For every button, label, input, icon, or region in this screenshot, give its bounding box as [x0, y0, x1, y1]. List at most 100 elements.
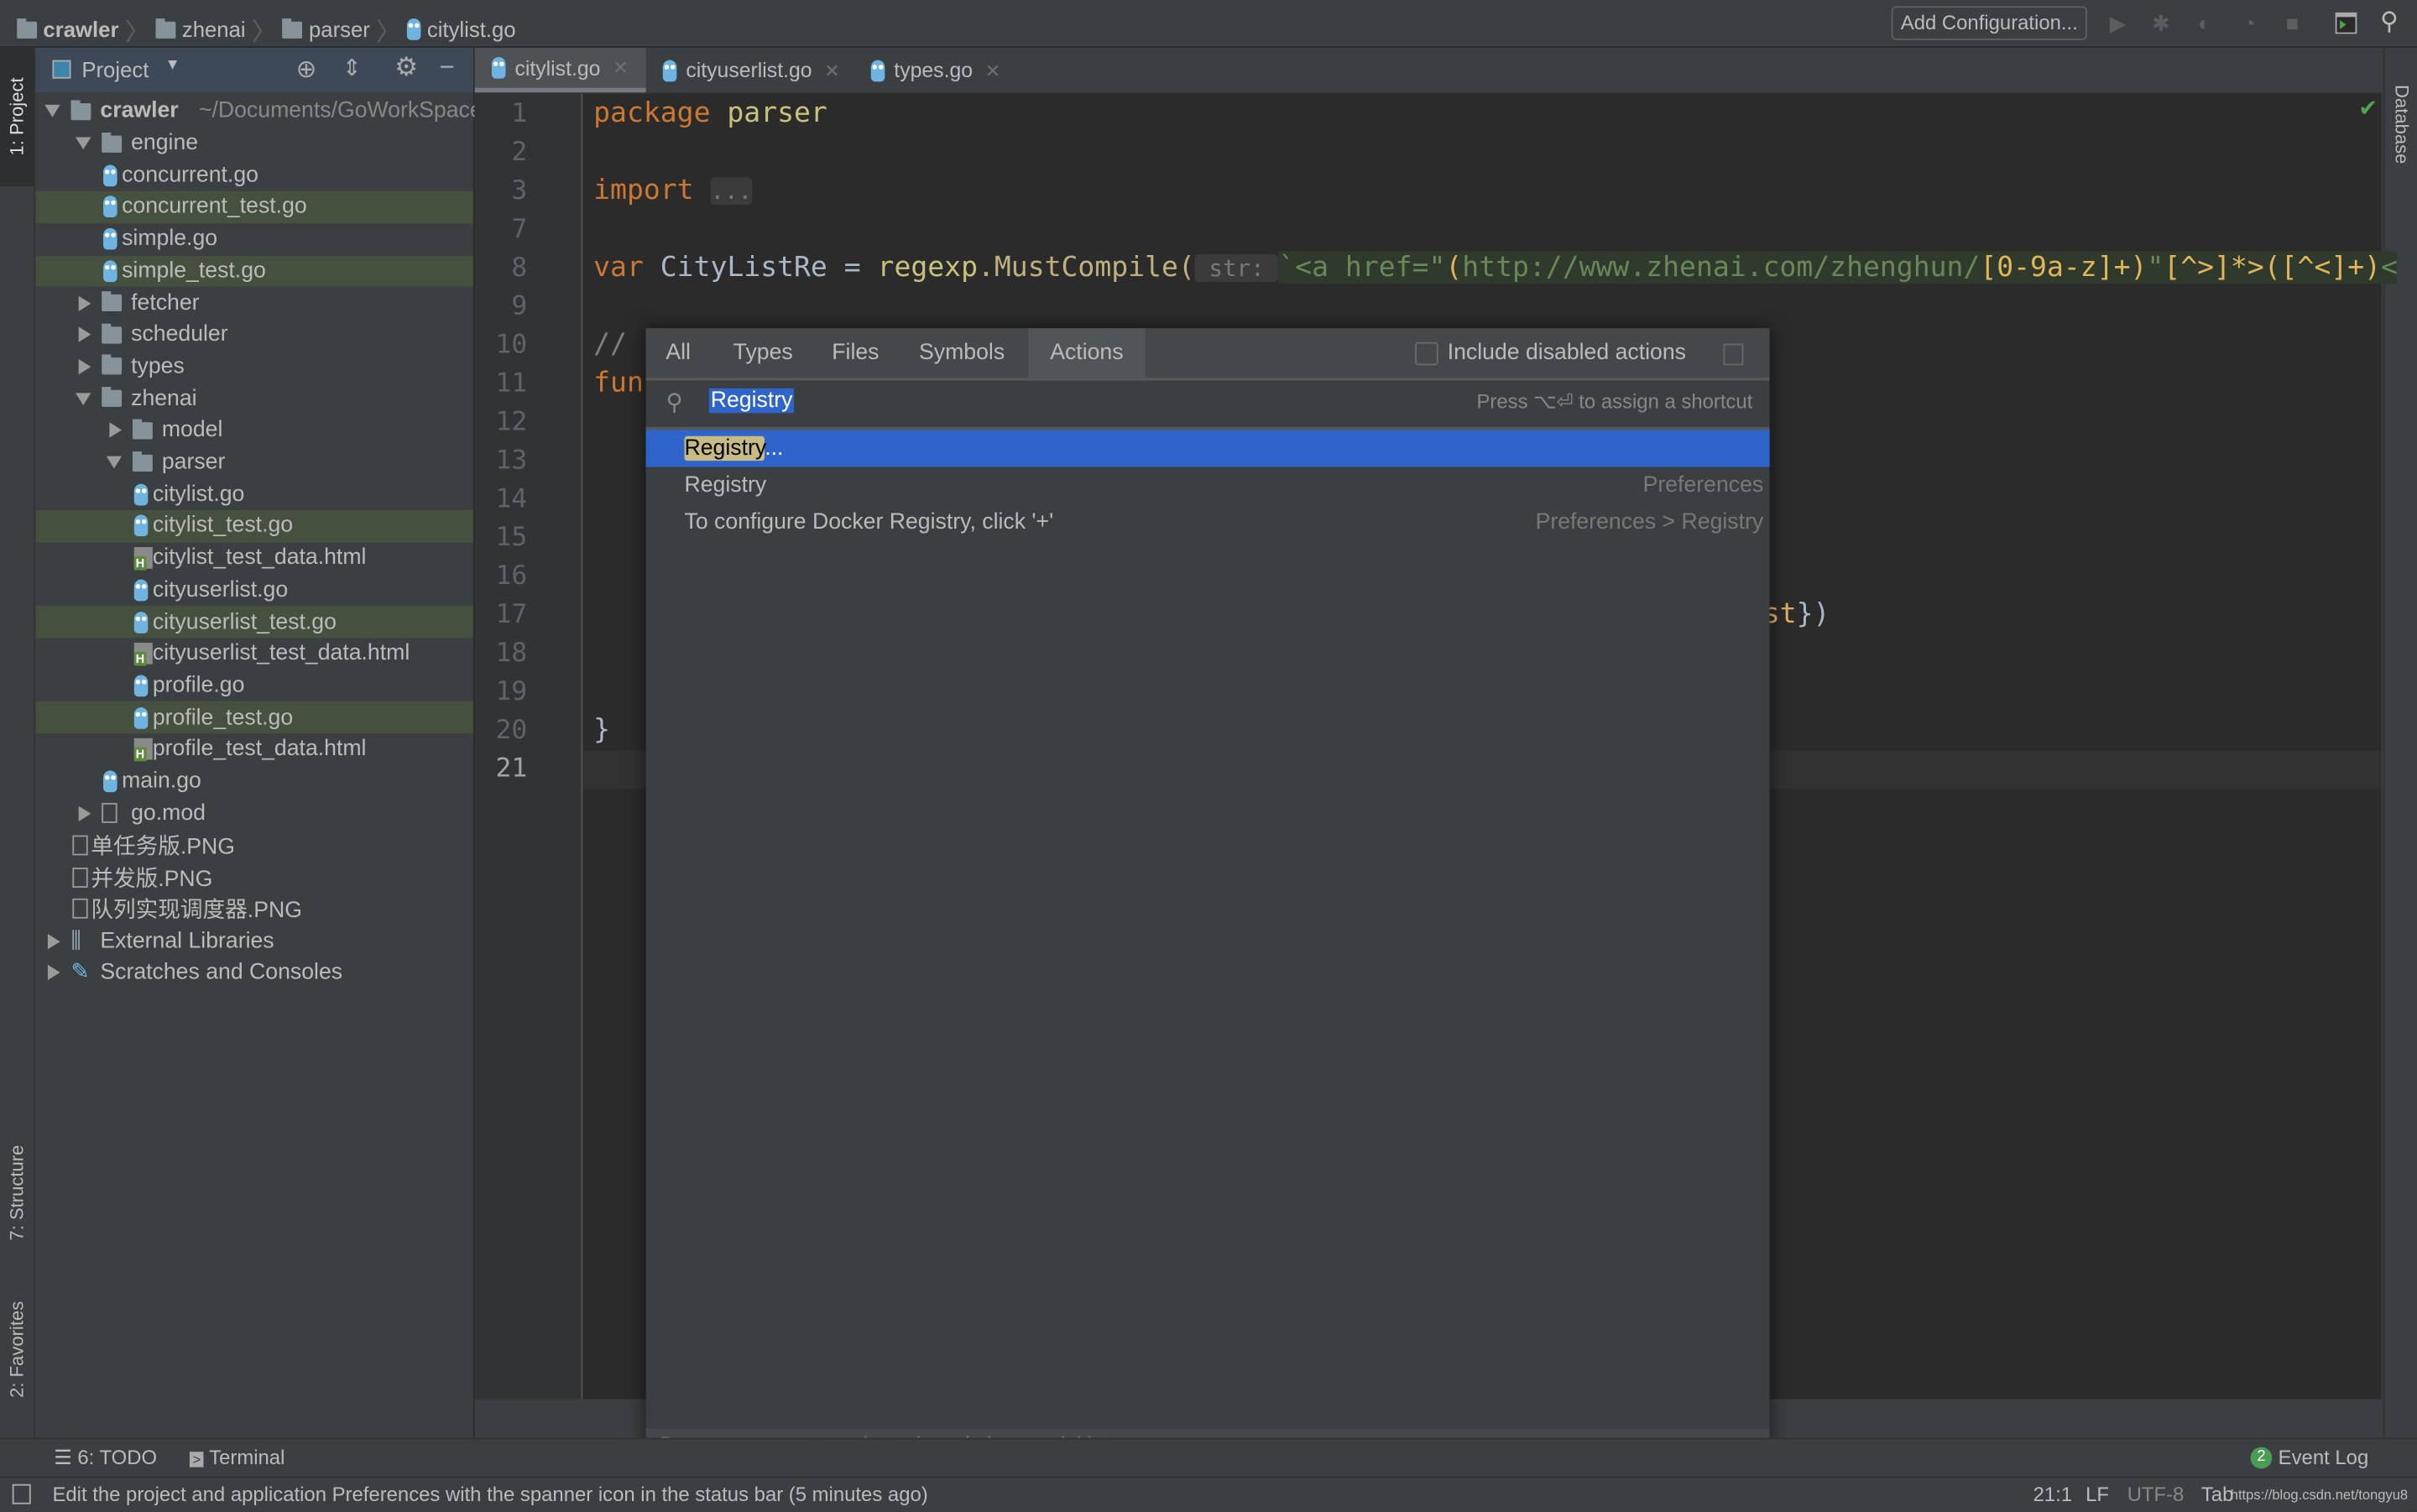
terminal-tab[interactable]: > Terminal [189, 1446, 285, 1468]
include-disabled-checkbox[interactable] [1415, 342, 1438, 366]
popup-tab-actions[interactable]: Actions [1028, 328, 1146, 378]
add-configuration-button[interactable]: Add Configuration... [1891, 6, 2087, 40]
collapsed-arrow-icon[interactable] [78, 358, 91, 375]
popup-tab-files[interactable]: Files [816, 328, 896, 378]
collapsed-arrow-icon[interactable] [47, 933, 60, 949]
gear-icon[interactable]: ⚙ [394, 52, 418, 83]
tree-item[interactable]: zhenai [35, 383, 473, 414]
tree-item[interactable]: main.go [35, 765, 473, 797]
stop-icon[interactable]: ■ [2281, 11, 2303, 35]
tool-tab-project[interactable]: 1: Project [0, 47, 34, 187]
code-line[interactable]: package parser [593, 97, 827, 130]
tree-item[interactable]: scheduler [35, 319, 473, 351]
profile-icon[interactable]: ◔ [2238, 11, 2260, 35]
result-item[interactable]: To configure Docker Registry, click '+' … [646, 504, 1770, 541]
tree-item[interactable]: cityuserlist_test_data.html [35, 638, 473, 670]
folder-icon [132, 451, 153, 472]
chevron-down-icon[interactable]: ▼ [165, 57, 180, 74]
tree-item[interactable]: model [35, 414, 473, 446]
tree-item[interactable]: citylist_test.go [35, 510, 473, 543]
tree-item[interactable]: citylist_test_data.html [35, 542, 473, 574]
breadcrumb-citylist[interactable]: citylist.go [427, 17, 516, 41]
tree-item[interactable]: cityuserlist.go [35, 574, 473, 606]
close-icon[interactable]: ✕ [613, 57, 628, 79]
terminal-icon[interactable] [2335, 12, 2357, 34]
tree-item[interactable]: engine [35, 128, 473, 159]
file-encoding[interactable]: UTF-8 [2127, 1483, 2185, 1506]
breadcrumb-crawler[interactable]: crawler [43, 17, 118, 41]
close-icon[interactable]: ✕ [824, 60, 839, 81]
tool-tab-favorites[interactable]: 2: Favorites [0, 1280, 34, 1419]
collapsed-arrow-icon[interactable] [78, 326, 91, 343]
status-bar: Edit the project and application Prefere… [0, 1476, 2417, 1512]
tree-item[interactable]: 单任务版.PNG [35, 829, 473, 861]
popup-tab-symbols[interactable]: Symbols [895, 328, 1028, 378]
coverage-icon[interactable]: ◐ [2194, 11, 2216, 35]
tree-item[interactable]: concurrent.go [35, 159, 473, 191]
caret-position[interactable]: 21:1 [2033, 1483, 2072, 1506]
code-line[interactable]: } [593, 713, 610, 746]
run-icon[interactable]: ▶ [2107, 11, 2129, 35]
tree-item[interactable]: fetcher [35, 287, 473, 319]
code-line[interactable]: var CityListRe = regexp.MustCompile( str… [593, 251, 2399, 284]
tree-item[interactable]: go.mod [35, 797, 473, 829]
tree-item[interactable]: citylist.go [35, 478, 473, 510]
expanded-arrow-icon[interactable] [75, 392, 91, 405]
tree-item[interactable]: simple_test.go [35, 254, 473, 287]
tree-item-label: profile_test.go [152, 705, 294, 730]
tree-item-label: parser [161, 450, 226, 475]
tool-tab-structure[interactable]: 7: Structure [0, 1124, 34, 1262]
pin-icon[interactable] [1723, 343, 1744, 366]
folder-icon [132, 419, 153, 440]
tree-item[interactable]: profile_test_data.html [35, 733, 473, 765]
tree-item[interactable]: simple.go [35, 223, 473, 255]
tree-item[interactable]: cityuserlist_test.go [35, 606, 473, 639]
indent-setting[interactable]: Tab [2201, 1483, 2234, 1506]
collapsed-arrow-icon[interactable] [47, 965, 60, 981]
breadcrumb-zhenai[interactable]: zhenai [182, 17, 246, 41]
hide-icon[interactable]: − [439, 52, 454, 83]
tree-item[interactable]: types [35, 351, 473, 383]
debug-icon[interactable]: ✱ [2150, 11, 2172, 35]
expanded-arrow-icon[interactable] [44, 105, 60, 118]
tool-windows-icon[interactable] [12, 1483, 31, 1504]
tab-types[interactable]: types.go ✕ [854, 48, 1024, 92]
tree-item[interactable]: ⫼ External Libraries [35, 925, 473, 957]
search-icon[interactable]: ⚲ [2378, 10, 2400, 35]
tree-item[interactable]: ✎ Scratches and Consoles [35, 957, 473, 988]
todo-tab[interactable]: ☰ 6: TODO [54, 1446, 157, 1470]
tree-item[interactable]: parser [35, 446, 473, 478]
breadcrumb-parser[interactable]: parser [309, 17, 370, 41]
result-item[interactable]: Registry Preferences [646, 467, 1770, 504]
line-separator[interactable]: LF [2086, 1483, 2109, 1506]
collapsed-arrow-icon[interactable] [78, 806, 91, 821]
event-log-tab[interactable]: Event Log [2279, 1446, 2369, 1469]
tree-item[interactable]: profile_test.go [35, 701, 473, 734]
code-token: package [593, 96, 728, 130]
tree-item[interactable]: 并发版.PNG [35, 861, 473, 893]
close-icon[interactable]: ✕ [985, 60, 1000, 81]
expanded-arrow-icon[interactable] [106, 456, 123, 469]
tree-item[interactable]: crawler ~/Documents/GoWorkSpace [35, 96, 483, 128]
tree-item[interactable]: concurrent_test.go [35, 190, 473, 223]
popup-tab-all[interactable]: All [646, 328, 711, 378]
tab-cityuserlist[interactable]: cityuserlist.go ✕ [646, 48, 854, 92]
result-item[interactable]: Registry... [645, 430, 1770, 467]
tool-tab-database[interactable]: Database [2384, 63, 2417, 186]
include-disabled-label[interactable]: Include disabled actions [1448, 341, 1686, 365]
expanded-arrow-icon[interactable] [75, 137, 91, 150]
status-message[interactable]: Edit the project and application Prefere… [52, 1483, 927, 1506]
tab-citylist[interactable]: citylist.go ✕ [474, 47, 646, 93]
code-line[interactable]: import ... [593, 175, 753, 206]
search-input[interactable]: Registry [708, 388, 795, 414]
tree-item[interactable]: 队列实现调度器.PNG [35, 893, 473, 925]
shortcut-hint: Press ⌥⏎ to assign a shortcut [1476, 389, 1753, 414]
project-view-selector[interactable]: Project [81, 57, 149, 81]
collapse-all-icon[interactable]: ⇕ [342, 54, 362, 81]
collapsed-arrow-icon[interactable] [109, 422, 123, 439]
code-line[interactable]: // [593, 328, 644, 361]
locate-icon[interactable]: ⊕ [296, 54, 317, 85]
tree-item[interactable]: profile.go [35, 670, 473, 701]
collapsed-arrow-icon[interactable] [78, 295, 91, 311]
popup-tab-types[interactable]: Types [711, 328, 816, 378]
